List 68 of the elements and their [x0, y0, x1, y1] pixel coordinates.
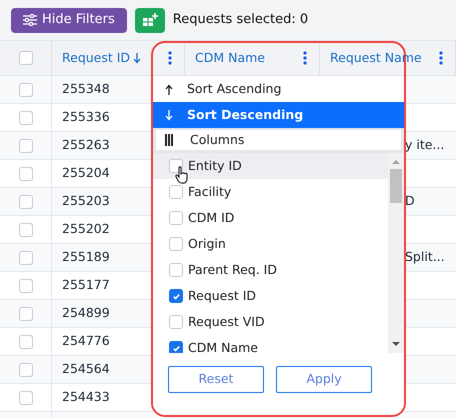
- checkbox[interactable]: [18, 82, 32, 96]
- checkbox[interactable]: [18, 390, 32, 404]
- table-cell-text: 255263: [62, 136, 110, 154]
- checkbox[interactable]: [18, 334, 32, 348]
- sort-menu-item[interactable]: Sort Descending: [153, 102, 404, 128]
- add-table-button[interactable]: [134, 8, 165, 32]
- checkmark-icon: [172, 292, 180, 300]
- column-option[interactable]: Origin: [153, 231, 388, 257]
- column-option[interactable]: Request ID: [153, 283, 388, 309]
- table-cell-text: 255189: [62, 248, 110, 266]
- checkbox[interactable]: [18, 306, 32, 320]
- table-cell-text: y ite...: [405, 136, 444, 154]
- checkbox[interactable]: [18, 250, 32, 264]
- column-option[interactable]: Request VID: [153, 309, 388, 335]
- checkbox[interactable]: [18, 51, 32, 65]
- table-cell-text: 254433: [62, 388, 110, 406]
- arrow-down-icon: [165, 110, 173, 120]
- checkbox[interactable]: [18, 166, 32, 180]
- table-add-icon: [142, 13, 158, 27]
- table-cell-text: 255177: [62, 276, 110, 294]
- checkmark-icon: [172, 344, 180, 352]
- selection-count: Requests selected: 0: [172, 11, 308, 30]
- checkbox[interactable]: [18, 138, 32, 152]
- table-cell-text: 254776: [62, 332, 110, 350]
- checkbox[interactable]: [169, 159, 183, 173]
- table-cell-text: 254899: [62, 304, 110, 322]
- checkbox[interactable]: [169, 315, 183, 329]
- hide-filters-button[interactable]: Hide Filters: [11, 8, 127, 32]
- arrow-up-icon: [165, 84, 173, 94]
- column-option[interactable]: Entity ID: [153, 153, 388, 179]
- table-cell-text: Split...: [405, 248, 445, 266]
- checkbox[interactable]: [18, 110, 32, 124]
- column-option[interactable]: CDM ID: [153, 205, 388, 231]
- hand-cursor-icon: [175, 166, 189, 184]
- table-cell-text: 255204: [62, 164, 110, 182]
- checkbox[interactable]: [169, 211, 183, 225]
- columns-header: Columns: [156, 130, 401, 150]
- column-option[interactable]: Facility: [153, 179, 388, 205]
- more-icon[interactable]: [303, 51, 307, 65]
- table-cell-text: 255348: [62, 80, 110, 98]
- more-icon[interactable]: [439, 51, 443, 65]
- checkbox[interactable]: [18, 194, 32, 208]
- column-option[interactable]: Parent Req. ID: [153, 257, 388, 283]
- column-option[interactable]: CDM Name: [153, 335, 388, 353]
- apply-button[interactable]: Apply: [276, 366, 372, 393]
- checkbox[interactable]: [169, 237, 183, 251]
- checkbox[interactable]: [18, 278, 32, 292]
- scrollbar-thumb[interactable]: [390, 169, 402, 203]
- table-cell-text: 255336: [62, 108, 110, 126]
- table-cell-text: D: [405, 192, 415, 210]
- column-header[interactable]: Request ID: [62, 48, 142, 68]
- checkbox[interactable]: [169, 341, 183, 353]
- reset-button[interactable]: Reset: [168, 366, 264, 393]
- checkbox[interactable]: [18, 222, 32, 236]
- checkbox[interactable]: [169, 263, 183, 277]
- more-icon[interactable]: [168, 51, 172, 65]
- sliders-icon: [23, 14, 37, 26]
- column-header[interactable]: CDM Name: [195, 48, 265, 68]
- scrollbar[interactable]: [388, 153, 404, 353]
- checkbox[interactable]: [169, 185, 183, 199]
- scroll-down-icon[interactable]: [392, 341, 400, 347]
- table-cell-text: 254564: [62, 360, 110, 378]
- checkbox[interactable]: [18, 362, 32, 376]
- sort-menu-item[interactable]: Sort Ascending: [153, 76, 404, 102]
- table-cell-text: 255202: [62, 220, 110, 238]
- checkbox[interactable]: [169, 289, 183, 303]
- table-cell-text: 255203: [62, 192, 110, 210]
- columns-icon: [165, 134, 175, 146]
